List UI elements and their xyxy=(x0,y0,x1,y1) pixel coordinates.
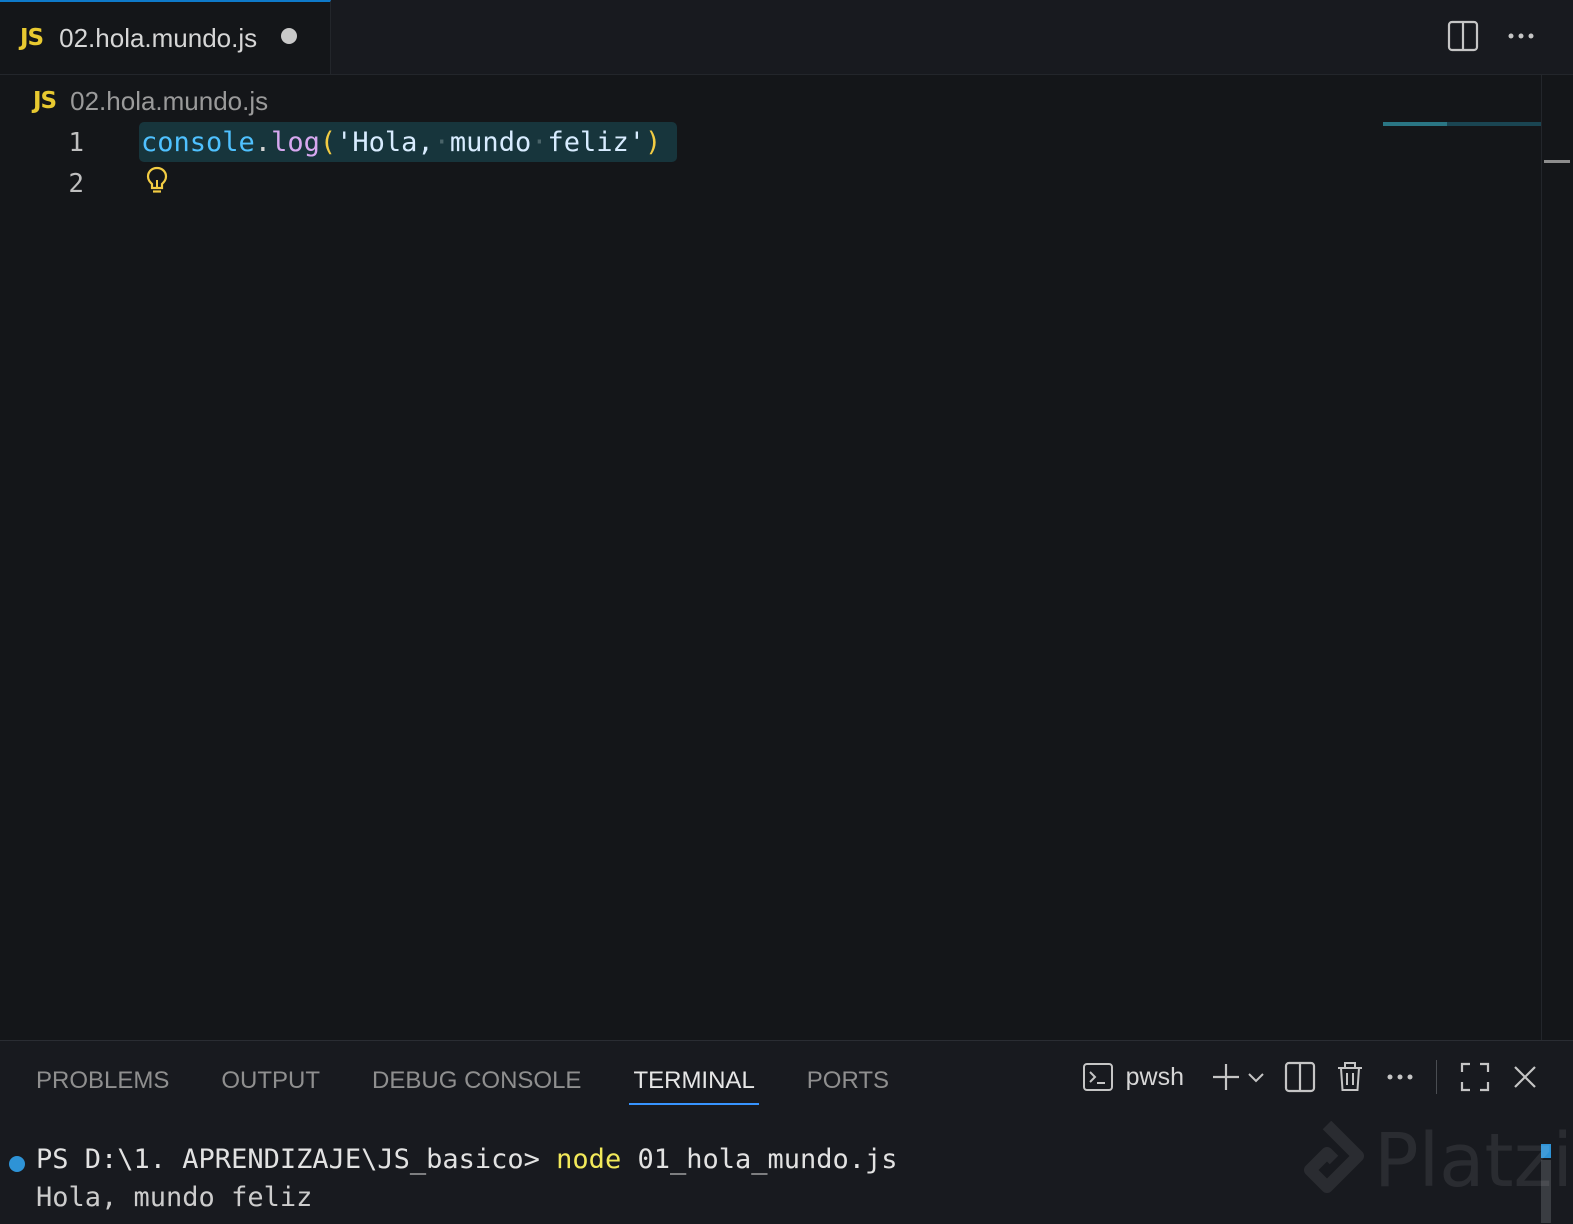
token-dot: . xyxy=(254,126,272,158)
more-actions-icon[interactable] xyxy=(1382,1059,1418,1095)
terminal-command: node xyxy=(556,1144,622,1175)
close-icon[interactable] xyxy=(1507,1059,1543,1095)
token-string: feliz' xyxy=(547,126,646,158)
token-object: console xyxy=(141,126,255,158)
js-file-icon: JS xyxy=(33,88,57,114)
tab-terminal[interactable]: TERMINAL xyxy=(629,1065,760,1107)
terminal-command-line: PS D:\1. APRENDIZAJE\JS_basico> node 01_… xyxy=(36,1144,898,1175)
more-actions-icon[interactable] xyxy=(1503,18,1539,54)
plus-icon[interactable] xyxy=(1208,1059,1244,1095)
terminal-shell-name[interactable]: pwsh xyxy=(1126,1063,1184,1092)
code-editor[interactable]: 1 console. log('Hola, · mundo · feliz') 2 xyxy=(0,122,1540,1040)
breadcrumb-file[interactable]: 02.hola.mundo.js xyxy=(70,86,268,117)
token-paren-open: ( xyxy=(319,126,337,158)
trash-icon[interactable] xyxy=(1332,1059,1368,1095)
tab-title: 02.hola.mundo.js xyxy=(59,22,258,53)
tab-problems[interactable]: PROBLEMS xyxy=(36,1065,169,1107)
token-function: log xyxy=(271,126,320,158)
unsaved-dot-icon[interactable] xyxy=(281,28,298,44)
split-terminal-icon[interactable] xyxy=(1282,1059,1318,1095)
lightbulb-icon[interactable] xyxy=(146,166,168,200)
tab-output[interactable]: OUTPUT xyxy=(221,1065,320,1107)
js-file-icon: JS xyxy=(20,25,44,51)
split-editor-icon[interactable] xyxy=(1445,18,1481,54)
tab-debug-console[interactable]: DEBUG CONSOLE xyxy=(372,1065,581,1107)
code-line[interactable]: 2 xyxy=(0,163,1380,203)
terminal-output-line: Hola, mundo feliz xyxy=(36,1182,313,1213)
watermark-text: Platzi xyxy=(1374,1118,1573,1204)
line-number: 2 xyxy=(68,169,84,199)
command-status-icon[interactable] xyxy=(9,1156,25,1172)
code-line[interactable]: 1 console. log('Hola, · mundo · feliz') xyxy=(0,122,1380,162)
toolbar-separator xyxy=(1436,1060,1437,1094)
chevron-down-icon[interactable] xyxy=(1244,1059,1268,1095)
token-string: 'Hola, xyxy=(336,126,434,158)
token-paren-close: ) xyxy=(645,126,662,158)
editor-scrollbar[interactable] xyxy=(1541,74,1573,1040)
token-string: mundo xyxy=(449,126,532,158)
breadcrumb[interactable]: JS 02.hola.mundo.js xyxy=(33,84,268,118)
minimap[interactable] xyxy=(1383,122,1541,126)
line-highlight: console. log('Hola, · mundo · feliz') xyxy=(139,122,678,162)
editor-tab-bar: JS 02.hola.mundo.js xyxy=(0,0,1573,75)
terminal-prompt: PS D:\1. APRENDIZAJE\JS_basico> xyxy=(36,1144,557,1175)
terminal-argument: 01_hola_mundo.js xyxy=(621,1144,898,1175)
tab-ports[interactable]: PORTS xyxy=(807,1065,889,1107)
editor-tab-02-hola-mundo[interactable]: JS 02.hola.mundo.js xyxy=(0,0,331,74)
terminal-icon[interactable] xyxy=(1080,1059,1116,1095)
line-number: 1 xyxy=(68,128,84,158)
platzi-watermark: Platzi xyxy=(1290,1118,1573,1204)
maximize-icon[interactable] xyxy=(1457,1059,1493,1095)
